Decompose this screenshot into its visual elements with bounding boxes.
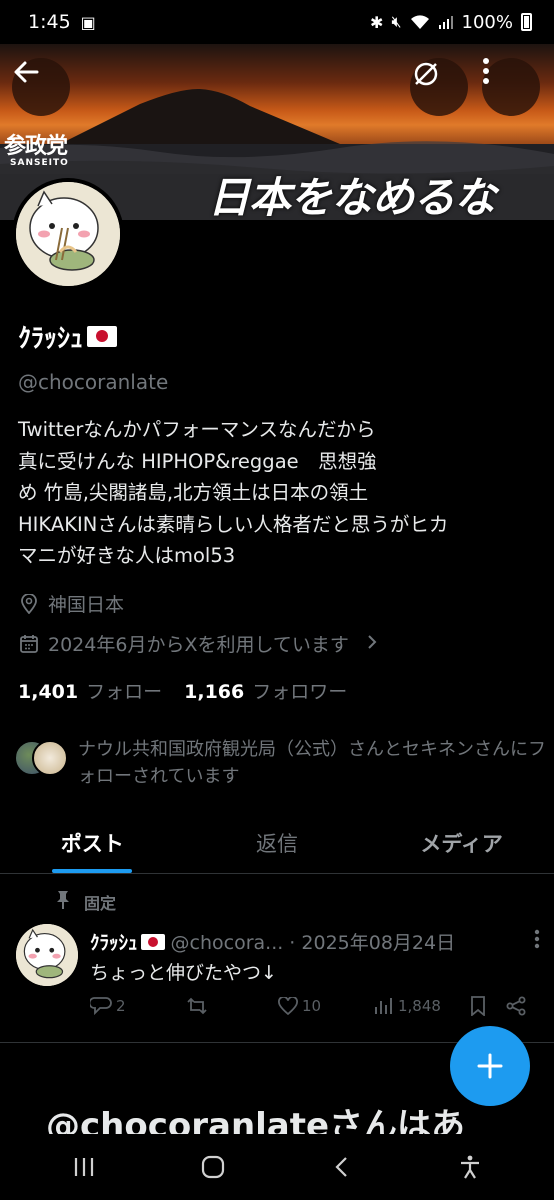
mute-icon: 🔇︎: [391, 12, 402, 31]
views-button[interactable]: 1,848: [374, 997, 470, 1015]
follow-stats: 1,401 フォロー 1,166 フォロワー: [18, 677, 347, 704]
bookmark-button[interactable]: [470, 996, 506, 1016]
post-author-name[interactable]: ｸﾗｯｼｭ: [90, 928, 165, 955]
more-options-button[interactable]: [482, 58, 540, 116]
back-arrow-icon: [14, 61, 39, 83]
recent-apps-icon: [75, 1158, 94, 1176]
battery-icon: [521, 13, 532, 31]
status-time: 1:45: [28, 11, 71, 33]
gallery-notification-icon: ▣: [80, 12, 96, 32]
following-label: フォロー: [86, 681, 163, 703]
wifi-icon: [410, 15, 429, 29]
post-more-button[interactable]: [534, 929, 540, 954]
like-count: 10: [302, 997, 322, 1015]
more-vertical-icon: [534, 929, 540, 949]
post-avatar-image: [16, 924, 78, 986]
back-chevron-icon: [335, 1157, 348, 1177]
accessibility-icon: [460, 1155, 479, 1179]
status-bar: 1:45 ▣ ✱ 🔇︎ 100%: [0, 0, 554, 44]
japan-flag-icon: [140, 933, 165, 950]
profile-handle: @chocoranlate: [18, 370, 169, 394]
views-icon: [375, 998, 392, 1014]
join-date-text: 2024年6月からXを利用しています: [48, 634, 349, 656]
display-name: ｸﾗｯｼｭ: [18, 318, 118, 355]
calendar-icon: [18, 634, 40, 654]
tab-media[interactable]: メディア: [369, 812, 554, 873]
followers-count: 1,166: [184, 681, 245, 703]
location-row: 神国日本: [18, 590, 124, 617]
join-date-row[interactable]: 2024年6月からXを利用しています: [18, 630, 377, 657]
profile-tabs: ポスト 返信 メディア: [0, 812, 554, 874]
avatar-character-image: [16, 182, 120, 286]
system-back-button[interactable]: [311, 1156, 371, 1178]
signal-icon: [438, 16, 453, 29]
followers-label: フォロワー: [252, 681, 348, 703]
share-icon: [506, 996, 526, 1016]
views-count: 1,848: [398, 997, 441, 1015]
banner-slogan: 日本をなめるな: [208, 173, 496, 220]
post-header: ｸﾗｯｼｭ @chocora... · 2025年08月24日: [90, 928, 540, 955]
post-author-avatar[interactable]: [16, 924, 78, 986]
pin-icon: [56, 890, 70, 914]
pinned-label-text: 固定: [84, 894, 117, 913]
followers-you-know-avatars: [14, 740, 70, 780]
home-icon: [201, 1155, 224, 1179]
pinned-indicator: 固定: [56, 890, 116, 914]
display-name-text: ｸﾗｯｼｭ: [18, 324, 84, 354]
post-author-name-text: ｸﾗｯｼｭ: [90, 932, 138, 954]
hide-banner-icon: [414, 62, 438, 86]
post-text[interactable]: ちょっと伸びたやつ↓: [90, 958, 277, 985]
repost-button[interactable]: [186, 996, 278, 1016]
like-button[interactable]: 10: [278, 997, 374, 1015]
post-actions: 2 10 1,848: [90, 996, 530, 1016]
follower-avatar-2: [32, 740, 68, 776]
followed-by-row[interactable]: ナウル共和国政府観光局（公式）さんとセキネンさんにフォローされています: [14, 736, 554, 790]
back-button[interactable]: [12, 58, 70, 116]
location-icon: [18, 593, 40, 614]
followed-by-text: ナウル共和国政府観光局（公式）さんとセキネンさんにフォローされています: [78, 739, 546, 787]
repost-icon: [187, 997, 207, 1015]
bluetooth-icon: ✱: [370, 12, 384, 32]
profile-avatar[interactable]: [12, 178, 124, 290]
logo-jp: 参政党: [4, 134, 68, 159]
like-icon: [278, 997, 298, 1015]
reply-button[interactable]: 2: [90, 996, 186, 1016]
japan-flag-icon: [87, 326, 118, 347]
more-vertical-icon: [483, 58, 489, 84]
bookmark-icon: [471, 996, 485, 1016]
sanseito-logo: 参政党 SANSEITO: [4, 128, 69, 168]
following-link[interactable]: 1,401 フォロー: [18, 677, 162, 704]
logo-en: SANSEITO: [10, 158, 69, 168]
reply-count: 2: [116, 997, 126, 1015]
system-nav-bar: [0, 1134, 554, 1200]
profile-bio: Twitterなんかパフォーマンスなんだから 真に受けんな HIPHOP&reg…: [18, 418, 449, 567]
tab-posts[interactable]: ポスト: [0, 812, 185, 873]
following-count: 1,401: [18, 681, 79, 703]
hide-banner-button[interactable]: [410, 58, 468, 116]
battery-percent: 100%: [461, 11, 513, 33]
accessibility-button[interactable]: [440, 1155, 500, 1179]
followers-link[interactable]: 1,166 フォロワー: [184, 677, 347, 704]
tab-replies[interactable]: 返信: [185, 812, 370, 873]
location-text: 神国日本: [48, 594, 125, 616]
share-button[interactable]: [506, 996, 526, 1016]
compose-post-button[interactable]: [450, 1026, 530, 1106]
plus-icon: [477, 1053, 503, 1079]
post-handle-date: @chocora... · 2025年08月24日: [170, 932, 456, 954]
reply-icon: [90, 997, 112, 1016]
home-button[interactable]: [183, 1155, 243, 1179]
chevron-right-icon: [367, 633, 377, 655]
recent-apps-button[interactable]: [54, 1156, 114, 1178]
